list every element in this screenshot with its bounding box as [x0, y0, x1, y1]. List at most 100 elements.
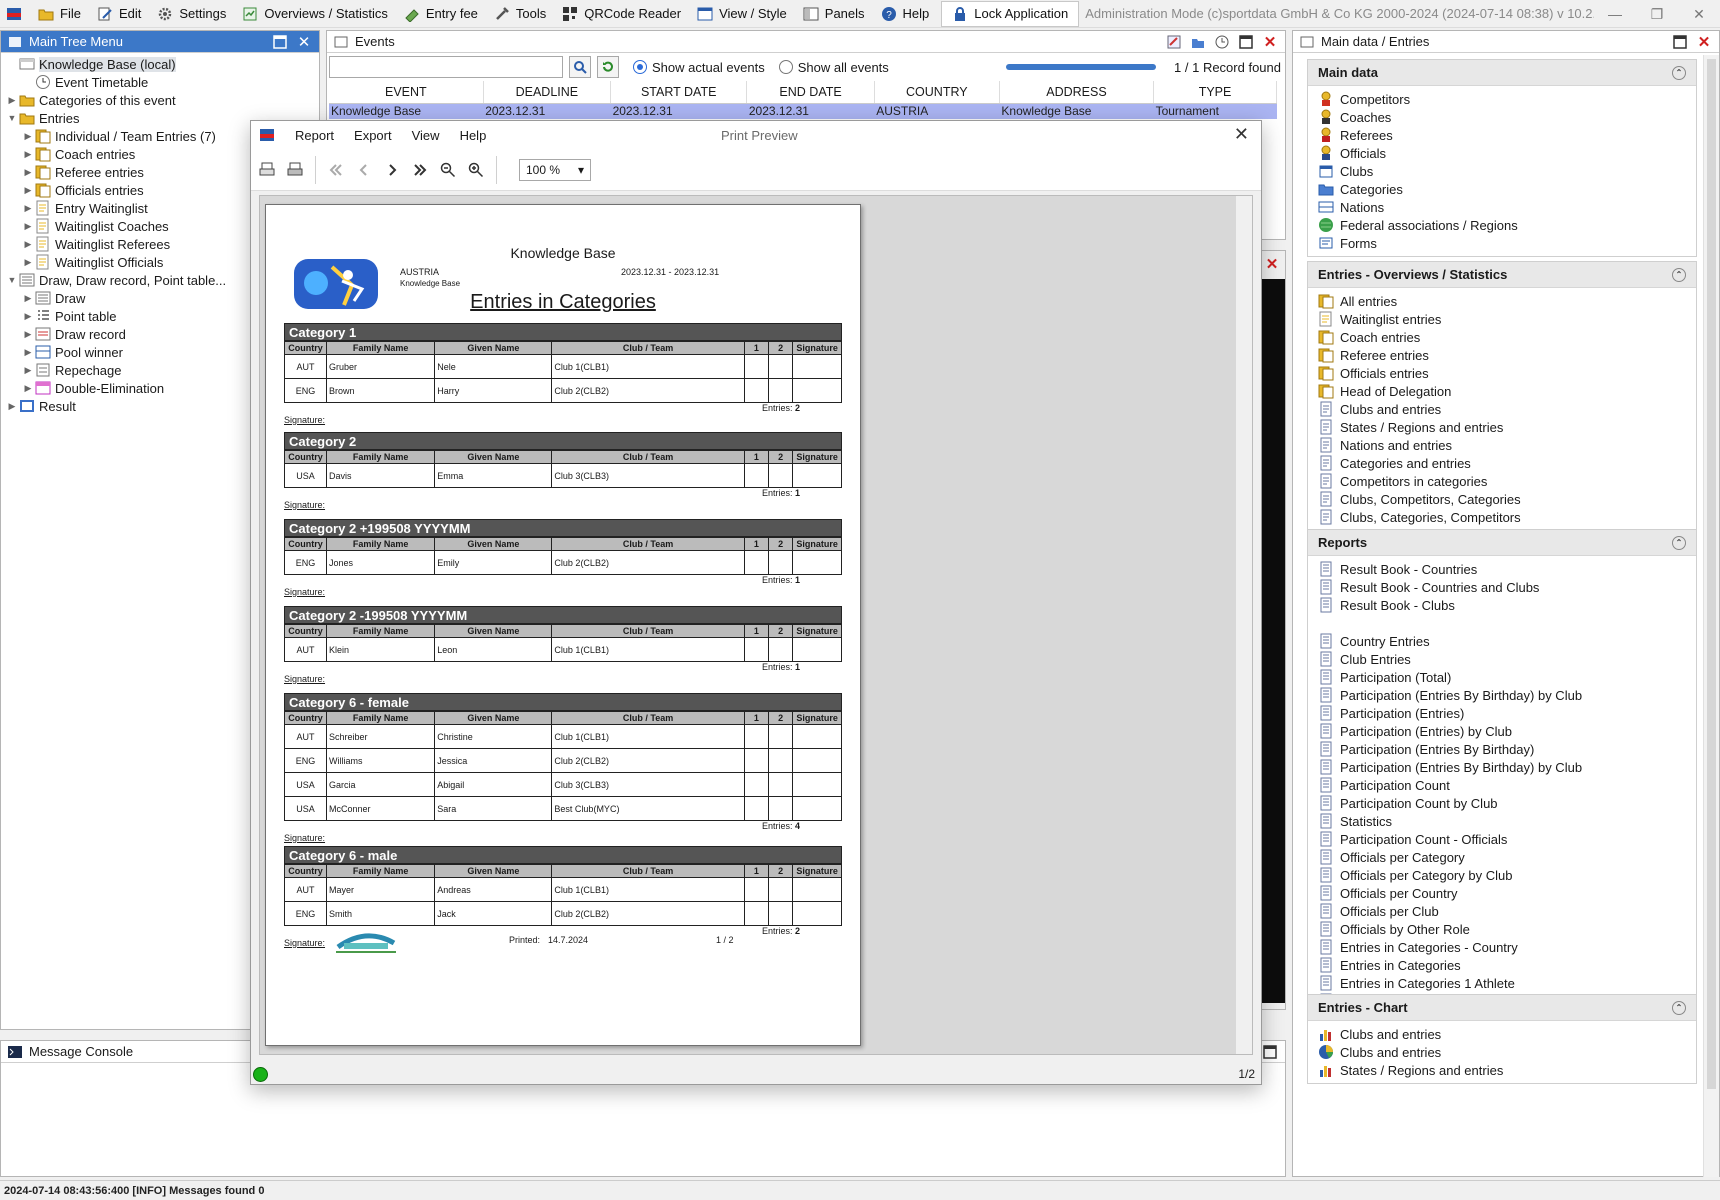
- section-header[interactable]: Main data ⌃: [1308, 60, 1696, 86]
- section-item[interactable]: Federal associations / Regions: [1318, 216, 1686, 234]
- collapse-arrow-icon[interactable]: ▼: [5, 111, 19, 125]
- section-item[interactable]: All entries: [1318, 292, 1686, 310]
- section-item[interactable]: Club Entries: [1318, 650, 1686, 668]
- section-item[interactable]: Coaches: [1318, 108, 1686, 126]
- preview-menu-view[interactable]: View: [412, 128, 440, 143]
- column-header[interactable]: END DATE: [746, 81, 875, 104]
- expand-arrow-icon[interactable]: ▶: [21, 237, 35, 251]
- column-header[interactable]: DEADLINE: [483, 81, 612, 104]
- section-item[interactable]: Clubs and entries: [1318, 400, 1686, 418]
- scrollbar-thumb[interactable]: [1707, 59, 1716, 1089]
- tree-maximize-button[interactable]: [271, 33, 289, 51]
- section-item[interactable]: Clubs and entries: [1318, 1025, 1686, 1043]
- section-item[interactable]: Participation (Entries By Birthday): [1318, 740, 1686, 758]
- lock-application-button[interactable]: Lock Application: [941, 0, 1080, 27]
- events-clock-icon[interactable]: [1213, 33, 1231, 51]
- section-item[interactable]: Nations: [1318, 198, 1686, 216]
- expand-arrow-icon[interactable]: ▶: [5, 93, 19, 107]
- preview-menu-help[interactable]: Help: [460, 128, 487, 143]
- section-item[interactable]: Officials per Club: [1318, 902, 1686, 920]
- menu-overviews-statistics[interactable]: Overviews / Statistics: [234, 1, 396, 27]
- section-item[interactable]: Entries in Categories: [1318, 956, 1686, 974]
- main-data-maximize-button[interactable]: [1671, 33, 1689, 51]
- menu-entry-fee[interactable]: Entry fee: [396, 1, 486, 27]
- events-search-input[interactable]: [329, 56, 563, 78]
- refresh-button[interactable]: [597, 56, 619, 78]
- column-header[interactable]: START DATE: [610, 81, 748, 104]
- section-item[interactable]: Participation (Entries By Birthday) by C…: [1318, 758, 1686, 776]
- menu-file[interactable]: File: [30, 1, 89, 27]
- section-item[interactable]: Participation (Entries): [1318, 704, 1686, 722]
- previous-page-icon[interactable]: [356, 162, 372, 178]
- column-header[interactable]: EVENT: [329, 81, 484, 104]
- section-item[interactable]: Categories: [1318, 180, 1686, 198]
- section-item[interactable]: Result Book - Countries and Clubs: [1318, 578, 1686, 596]
- events-open-folder-icon[interactable]: [1189, 33, 1207, 51]
- section-item[interactable]: States / Regions and entries: [1318, 1061, 1686, 1079]
- tree-item[interactable]: Knowledge Base (local): [5, 55, 319, 73]
- show-all-events-radio[interactable]: Show all events: [778, 60, 889, 75]
- restore-button[interactable]: ❐: [1636, 0, 1678, 27]
- section-item[interactable]: Officials entries: [1318, 364, 1686, 382]
- collapse-chevron-icon[interactable]: ⌃: [1672, 535, 1686, 550]
- section-item[interactable]: Entries in Categories - Country: [1318, 938, 1686, 956]
- show-actual-events-radio[interactable]: Show actual events: [633, 60, 765, 75]
- section-item[interactable]: Clubs, Competitors, Categories: [1318, 490, 1686, 508]
- section-item[interactable]: Participation (Total): [1318, 668, 1686, 686]
- table-row[interactable]: Knowledge Base 2023.12.31 2023.12.31 2023.1…: [329, 103, 1277, 119]
- section-item[interactable]: Participation Count: [1318, 776, 1686, 794]
- expand-arrow-icon[interactable]: ▶: [21, 219, 35, 233]
- main-data-scrollbar[interactable]: [1703, 55, 1719, 1177]
- menu-settings[interactable]: Settings: [149, 1, 234, 27]
- print-icon[interactable]: [287, 162, 303, 178]
- collapse-chevron-icon[interactable]: ⌃: [1672, 65, 1686, 80]
- expand-arrow-icon[interactable]: ▶: [21, 165, 35, 179]
- tree-close-button[interactable]: ✕: [295, 33, 313, 51]
- section-item[interactable]: Referee entries: [1318, 346, 1686, 364]
- preview-scrollbar[interactable]: [1236, 196, 1252, 1054]
- expand-arrow-icon[interactable]: ▶: [21, 255, 35, 269]
- section-item[interactable]: States / Regions and entries: [1318, 418, 1686, 436]
- tree-item[interactable]: ▶ Categories of this event: [5, 91, 319, 109]
- section-item[interactable]: Referees: [1318, 126, 1686, 144]
- collapse-chevron-icon[interactable]: ⌃: [1672, 267, 1686, 282]
- section-item[interactable]: Clubs and entries: [1318, 1043, 1686, 1061]
- close-window-button[interactable]: ✕: [1678, 0, 1720, 27]
- expand-arrow-icon[interactable]: ▶: [21, 147, 35, 161]
- expand-arrow-icon[interactable]: ▶: [21, 327, 35, 341]
- section-item[interactable]: Categories and entries: [1318, 454, 1686, 472]
- section-item[interactable]: Participation Count - Officials: [1318, 830, 1686, 848]
- zoom-out-icon[interactable]: [440, 162, 456, 178]
- print-preview-close-button[interactable]: ✕: [1234, 124, 1249, 145]
- events-maximize-button[interactable]: [1237, 33, 1255, 51]
- expand-arrow-icon[interactable]: ▶: [21, 345, 35, 359]
- section-item[interactable]: Participation (Entries) by Club: [1318, 722, 1686, 740]
- zoom-in-icon[interactable]: [468, 162, 484, 178]
- section-item[interactable]: Waitinglist entries: [1318, 310, 1686, 328]
- expand-arrow-icon[interactable]: ▶: [5, 399, 19, 413]
- section-item[interactable]: Entries in Categories 1 Athlete: [1318, 974, 1686, 992]
- section-item[interactable]: Clubs: [1318, 162, 1686, 180]
- section-item[interactable]: Officials by Other Role: [1318, 920, 1686, 938]
- section-item[interactable]: Head of Delegation: [1318, 382, 1686, 400]
- last-page-icon[interactable]: [412, 162, 428, 178]
- section-item[interactable]: Officials per Country: [1318, 884, 1686, 902]
- column-header[interactable]: TYPE: [1153, 81, 1277, 104]
- expand-arrow-icon[interactable]: ▶: [21, 183, 35, 197]
- secondary-close-button[interactable]: ✕: [1263, 255, 1281, 273]
- app-logo-icon[interactable]: [6, 6, 22, 22]
- preview-menu-report[interactable]: Report: [295, 128, 334, 143]
- section-header[interactable]: Entries - Chart ⌃: [1308, 995, 1696, 1021]
- expand-arrow-icon[interactable]: ▶: [21, 129, 35, 143]
- expand-arrow-icon[interactable]: ▶: [21, 201, 35, 215]
- collapse-arrow-icon[interactable]: ▼: [5, 273, 19, 287]
- section-item[interactable]: Participation Count by Club: [1318, 794, 1686, 812]
- section-item[interactable]: Competitors in categories: [1318, 472, 1686, 490]
- section-item[interactable]: Participation (Entries By Birthday) by C…: [1318, 686, 1686, 704]
- preview-menu-export[interactable]: Export: [354, 128, 392, 143]
- column-header[interactable]: COUNTRY: [874, 81, 1000, 104]
- events-edit-icon[interactable]: [1165, 33, 1183, 51]
- section-item[interactable]: Officials per Category by Club: [1318, 866, 1686, 884]
- column-header[interactable]: ADDRESS: [999, 81, 1155, 104]
- collapse-chevron-icon[interactable]: ⌃: [1672, 1000, 1686, 1015]
